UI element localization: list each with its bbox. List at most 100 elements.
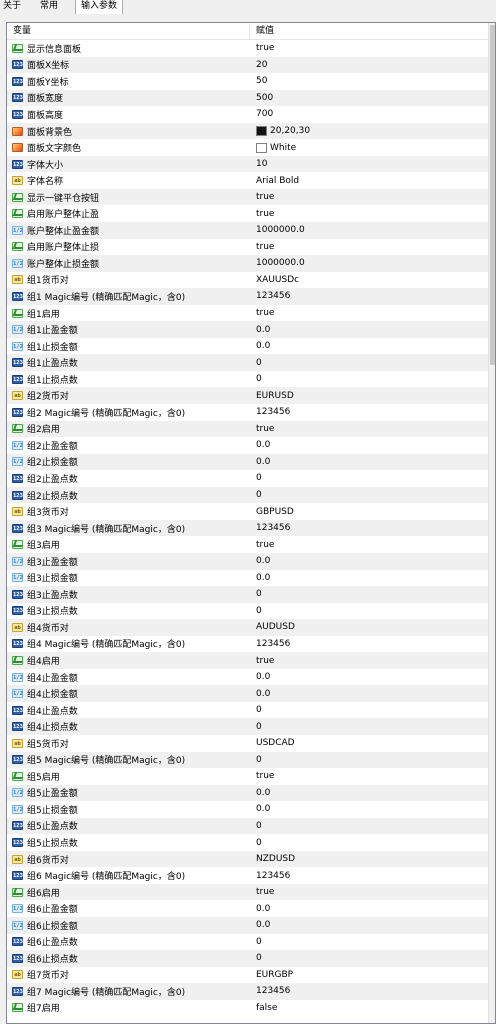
parameter-row[interactable]: 123 组4 Magic编号 (精确匹配Magic，含0) 123456 <box>7 636 489 653</box>
parameter-value-cell[interactable]: 0.0 <box>250 570 489 587</box>
parameter-value-cell[interactable]: 700 <box>250 106 489 123</box>
parameter-value[interactable]: 1000000.0 <box>256 258 305 268</box>
parameter-value-cell[interactable]: 20 <box>250 57 489 74</box>
parameter-value[interactable]: true <box>256 656 274 666</box>
parameter-value[interactable]: NZDUSD <box>256 854 295 864</box>
parameter-value[interactable]: 0.0 <box>256 788 270 798</box>
parameter-value-cell[interactable]: true <box>250 239 489 256</box>
parameter-value-cell[interactable]: 0.0 <box>250 321 489 338</box>
parameter-value[interactable]: true <box>256 192 274 202</box>
parameter-value[interactable]: 0.0 <box>256 920 270 930</box>
parameter-value-cell[interactable]: 50 <box>250 73 489 90</box>
parameter-row[interactable]: 1/2 组6止损金额 0.0 <box>7 916 489 934</box>
parameter-value-cell[interactable]: 0.0 <box>250 454 489 471</box>
parameter-value[interactable]: 0.0 <box>256 672 270 682</box>
parameter-value-cell[interactable]: 0 <box>250 702 489 719</box>
parameter-row[interactable]: ab 组2货币对 EURUSD <box>7 387 489 405</box>
parameter-value-cell[interactable]: 0.0 <box>250 801 489 818</box>
parameter-value-cell[interactable]: XAUUSDc <box>250 272 489 289</box>
parameter-row[interactable]: ab 组4货币对 AUDUSD <box>7 619 489 636</box>
parameter-row[interactable]: 组5启用 true <box>7 768 489 785</box>
parameter-row[interactable]: 1/2 组5止盈金额 0.0 <box>7 784 489 802</box>
parameter-value[interactable]: 0.0 <box>256 573 270 583</box>
parameter-value-cell[interactable]: 20,20,30 <box>250 123 489 140</box>
parameter-row[interactable]: 1/2 组3止损金额 0.0 <box>7 570 489 587</box>
parameter-value-cell[interactable]: 0 <box>250 718 489 735</box>
parameter-row[interactable]: 123 面板高度 700 <box>7 106 489 123</box>
parameter-row[interactable]: ab 组3货币对 GBPUSD <box>7 503 489 520</box>
color-swatch[interactable] <box>256 142 267 153</box>
parameter-row[interactable]: 1/2 组4止损金额 0.0 <box>7 685 489 702</box>
parameter-value-cell[interactable]: 0 <box>250 934 489 951</box>
parameter-row[interactable]: ab 组5货币对 USDCAD <box>7 735 489 752</box>
parameter-row[interactable]: 123 组6 Magic编号 (精确匹配Magic，含0) 123456 <box>7 867 489 884</box>
parameter-value[interactable]: 0 <box>256 705 262 715</box>
parameter-value[interactable]: 0 <box>256 755 262 765</box>
parameter-row[interactable]: 123 组6止损点数 0 <box>7 950 489 967</box>
parameter-value[interactable]: 0.0 <box>256 904 270 914</box>
vertical-scrollbar[interactable] <box>488 23 495 1023</box>
parameter-value-cell[interactable]: 10 <box>250 156 489 173</box>
parameter-value-cell[interactable]: true <box>250 768 489 785</box>
parameter-value-cell[interactable]: 0 <box>250 487 489 504</box>
parameter-row[interactable]: ab 组1货币对 XAUUSDc <box>7 272 489 289</box>
parameter-value[interactable]: 0 <box>256 589 262 599</box>
parameter-value[interactable]: Arial Bold <box>256 176 299 186</box>
parameter-row[interactable]: 面板文字颜色 White <box>7 139 489 156</box>
parameter-row[interactable]: 123 组2止盈点数 0 <box>7 470 489 487</box>
parameter-value-cell[interactable]: USDCAD <box>250 735 489 752</box>
parameter-row[interactable]: ab 组7货币对 EURGBP <box>7 967 489 984</box>
parameter-row[interactable]: 组2启用 true <box>7 420 489 438</box>
parameter-value-cell[interactable]: true <box>250 189 489 206</box>
parameter-row[interactable]: 123 组5 Magic编号 (精确匹配Magic，含0) 0 <box>7 751 489 769</box>
parameter-value-cell[interactable]: 0 <box>250 586 489 603</box>
parameter-row[interactable]: 123 组1止盈点数 0 <box>7 354 489 371</box>
parameter-value-cell[interactable]: 0.0 <box>250 685 489 702</box>
parameter-value[interactable]: 0.0 <box>256 325 270 335</box>
parameter-value[interactable]: 123456 <box>256 639 290 649</box>
parameter-value[interactable]: 0 <box>256 821 262 831</box>
parameter-row[interactable]: 123 组4止损点数 0 <box>7 718 489 735</box>
parameter-value-cell[interactable]: 0.0 <box>250 900 489 917</box>
parameter-value-cell[interactable]: 123456 <box>250 636 489 653</box>
parameter-value-cell[interactable]: 0.0 <box>250 669 489 686</box>
parameter-value-cell[interactable]: 1000000.0 <box>250 255 489 272</box>
parameter-row[interactable]: 1/2 组4止盈金额 0.0 <box>7 669 489 686</box>
parameter-value[interactable]: 50 <box>256 76 267 86</box>
parameter-row[interactable]: 1/2 账户整体止盈金额 1000000.0 <box>7 222 489 239</box>
parameter-value-cell[interactable]: 0 <box>250 371 489 388</box>
parameter-row[interactable]: 显示一键平仓按钮 true <box>7 188 489 206</box>
parameter-value[interactable]: 0 <box>256 374 262 384</box>
parameter-value-cell[interactable]: 0.0 <box>250 917 489 934</box>
parameter-row[interactable]: 123 组7 Magic编号 (精确匹配Magic，含0) 123456 <box>7 983 489 1000</box>
parameter-value[interactable]: 123456 <box>256 523 290 533</box>
parameter-value-cell[interactable]: 0.0 <box>250 785 489 802</box>
parameter-value[interactable]: 0 <box>256 606 262 616</box>
parameter-row[interactable]: 1/2 组3止盈金额 0.0 <box>7 552 489 570</box>
parameter-value[interactable]: 0 <box>256 473 262 483</box>
parameter-row[interactable]: 123 组3止盈点数 0 <box>7 586 489 603</box>
parameter-row[interactable]: ab 组6货币对 NZDUSD <box>7 850 489 868</box>
color-swatch[interactable] <box>256 126 267 136</box>
parameter-value-cell[interactable]: false <box>250 1000 489 1017</box>
parameter-value[interactable]: USDCAD <box>256 738 295 748</box>
parameter-value-cell[interactable]: 0 <box>250 818 489 835</box>
parameter-value-cell[interactable]: EURGBP <box>250 967 489 984</box>
parameter-value[interactable]: 0.0 <box>256 689 270 699</box>
parameter-value-cell[interactable]: true <box>250 421 489 438</box>
parameter-value-cell[interactable]: true <box>250 652 489 669</box>
parameter-row[interactable]: 123 面板X坐标 20 <box>7 56 489 74</box>
parameter-value[interactable]: 0 <box>256 953 262 963</box>
parameter-value[interactable]: EURGBP <box>256 970 293 980</box>
parameter-row[interactable]: 123 组3止损点数 0 <box>7 603 489 620</box>
parameter-row[interactable]: 显示信息面板 true <box>7 40 489 57</box>
parameter-value[interactable]: true <box>256 308 274 318</box>
parameter-row[interactable]: 1/2 组1止盈金额 0.0 <box>7 321 489 338</box>
parameter-value[interactable]: 500 <box>256 93 273 103</box>
parameter-row[interactable]: 1/2 组2止损金额 0.0 <box>7 453 489 471</box>
parameter-value[interactable]: 123456 <box>256 986 290 996</box>
parameter-row[interactable]: 1/2 组5止损金额 0.0 <box>7 801 489 818</box>
parameter-row[interactable]: 面板背景色 20,20,30 <box>7 122 489 140</box>
parameter-value-cell[interactable]: 1000000.0 <box>250 222 489 239</box>
parameter-value[interactable]: true <box>256 540 274 550</box>
